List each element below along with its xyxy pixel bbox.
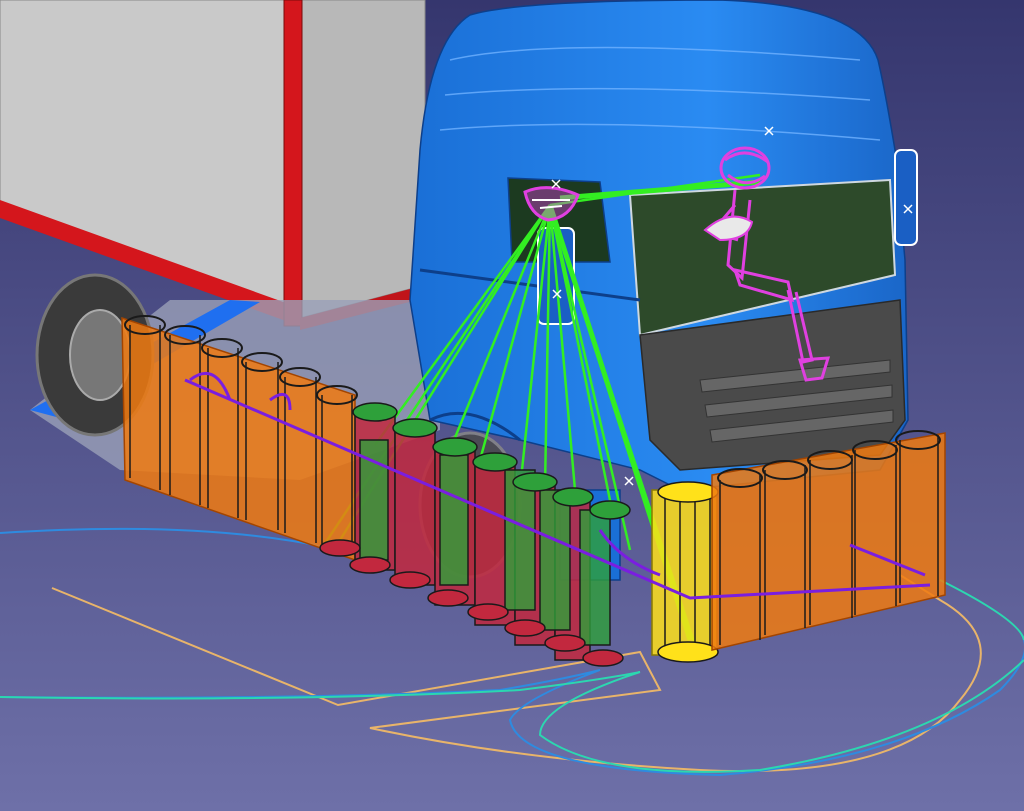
trailer-rear-panel [299, 0, 426, 319]
rear-wheel-hub [69, 309, 131, 401]
yellow-cylinder-array [651, 481, 719, 663]
cad-viewport[interactable] [0, 0, 1024, 811]
front-mirror [894, 149, 918, 246]
trailer-red-post [283, 0, 303, 327]
cad-scene [0, 0, 1024, 811]
